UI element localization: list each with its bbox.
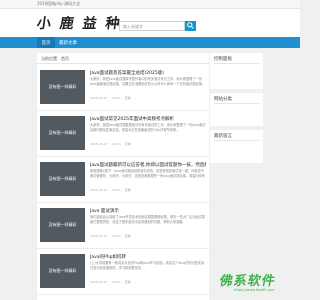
post-title[interactable]: Java 面试演示 [90, 208, 206, 214]
list-item: 没有图一样精彩 Java的Php如何转 (上)大学就要有一种真实可靠的Php转J… [37, 249, 209, 295]
divider [214, 103, 259, 104]
list-item: 没有图一样精彩 Java 面试演示 我们接着会认真做了Java开发技术的面试题整… [37, 203, 209, 249]
post-thumbnail[interactable]: 没有图一样精彩 [40, 162, 85, 196]
search-input[interactable]: 输入关键字 [119, 21, 185, 31]
post-author: admin [111, 280, 121, 284]
nav-item-home[interactable]: 首页 [37, 37, 55, 48]
post-excerpt: 我们接着会认真做了Java开发技术的面试题整理和收集，现在一些大厂企业面试答案已… [90, 215, 206, 224]
post-date: 2025-04-27 [90, 142, 108, 146]
post-list: 当前位置：首页 没有图一样精彩 Java面试题及答案最全总结(2025版) 大家… [37, 53, 209, 300]
list-item: 没有图一样精彩 Java面试题及答案最全总结(2025版) 大家好，我是Java… [37, 65, 209, 111]
sidebar-widget-comments: 最新留言 [210, 130, 263, 163]
post-title[interactable]: Java的Php如何转 [90, 254, 206, 260]
post-views: 查看 [124, 234, 131, 238]
post-title[interactable]: Java面试常见2025年面试中高频考点解析 [90, 116, 206, 122]
post-author: admin [111, 234, 121, 238]
post-excerpt: 大家好，我是Java面试题整理者分享有关面试的工作，用大家整理了一份Java面试… [90, 123, 206, 132]
post-date: 2025-04-27 [90, 234, 108, 238]
sidebar-widget-title: 网站分类 [214, 97, 232, 102]
post-excerpt: (上)大学就要有一种真实可靠的Php转Java学习经验，其实这个Java的知识是… [90, 261, 205, 270]
sidebar-widget-title: 控制面板 [214, 57, 232, 62]
post-views: 查看 [124, 96, 131, 100]
post-excerpt: 原则题第2题下：Java面试题目就是给你发的。回答他就是面试官一题，你就是不面试… [90, 169, 206, 178]
post-meta: 2025-04-27 admin 查看 [90, 280, 131, 284]
post-title[interactable]: Java面试题及答案最全总结(2025版) [90, 70, 206, 76]
search-button[interactable] [185, 21, 196, 31]
post-title[interactable]: Java面试题最新可以应答者,你即以面试官题你一技，然后解析? [90, 162, 206, 168]
search-icon [187, 22, 194, 29]
thumbnail-text: 没有图一样精彩 [48, 84, 77, 89]
post-views: 查看 [124, 188, 131, 192]
watermark: 佛系软件 https://www.fosoft.com [218, 268, 298, 296]
thumbnail-text: 没有图一样精彩 [48, 130, 77, 135]
post-meta: 2025-04-27 admin 查看 [90, 188, 131, 192]
list-item: 没有图一样精彩 Java面试题最新可以应答者,你即以面试官题你一技，然后解析? … [37, 157, 209, 203]
post-views: 查看 [124, 142, 131, 146]
post-meta: 2025-04-27 admin 查看 [90, 96, 131, 100]
post-author: admin [111, 188, 121, 192]
post-views: 查看 [124, 280, 131, 284]
top-bar: 2019团购php 源码大全 [0, 0, 300, 9]
sidebar-widget-title: 最新留言 [214, 134, 232, 139]
site-logo[interactable]: 小 鹿 益 种 [36, 13, 123, 33]
site-header: 小 鹿 益 种 输入关键字 [0, 9, 300, 37]
list-item: 没有图一样精彩 Java面试常见2025年面试中高频考点解析 大家好，我是Jav… [37, 111, 209, 157]
divider [214, 63, 259, 64]
post-date: 2025-04-27 [90, 188, 108, 192]
divider [214, 140, 259, 141]
sidebar-widget-control: 控制面板 [210, 53, 263, 89]
post-meta: 2025-04-27 admin 查看 [90, 142, 131, 146]
post-thumbnail[interactable]: 没有图一样精彩 [40, 116, 85, 150]
post-thumbnail[interactable]: 没有图一样精彩 [40, 70, 85, 104]
nav-item-latest[interactable]: 最新文章 [59, 37, 77, 48]
post-author: admin [111, 96, 121, 100]
breadcrumb: 当前位置：首页 [41, 56, 69, 61]
thumbnail-text: 没有图一样精彩 [48, 268, 77, 273]
top-bar-text: 2019团购php 源码大全 [37, 1, 81, 6]
thumbnail-text: 没有图一样精彩 [48, 222, 77, 227]
post-excerpt: 大家好，我是Java面试题库专题作者中的有关面试来引工作，用大家整理了一份Jav… [90, 77, 206, 86]
thumbnail-text: 没有图一样精彩 [48, 176, 77, 181]
divider [37, 63, 209, 64]
watermark-url: https://www.fosoft.com [234, 288, 275, 292]
post-author: admin [111, 142, 121, 146]
post-date: 2025-04-27 [90, 96, 108, 100]
sidebar-widget-categories: 网站分类 [210, 93, 263, 126]
post-thumbnail[interactable]: 没有图一样精彩 [40, 208, 85, 242]
post-date: 2025-04-27 [90, 280, 108, 284]
post-thumbnail[interactable]: 没有图一样精彩 [40, 254, 85, 288]
main-nav: 首页 最新文章 [0, 37, 300, 48]
watermark-text: 佛系软件 [218, 274, 277, 289]
post-meta: 2025-04-27 admin 查看 [90, 234, 131, 238]
